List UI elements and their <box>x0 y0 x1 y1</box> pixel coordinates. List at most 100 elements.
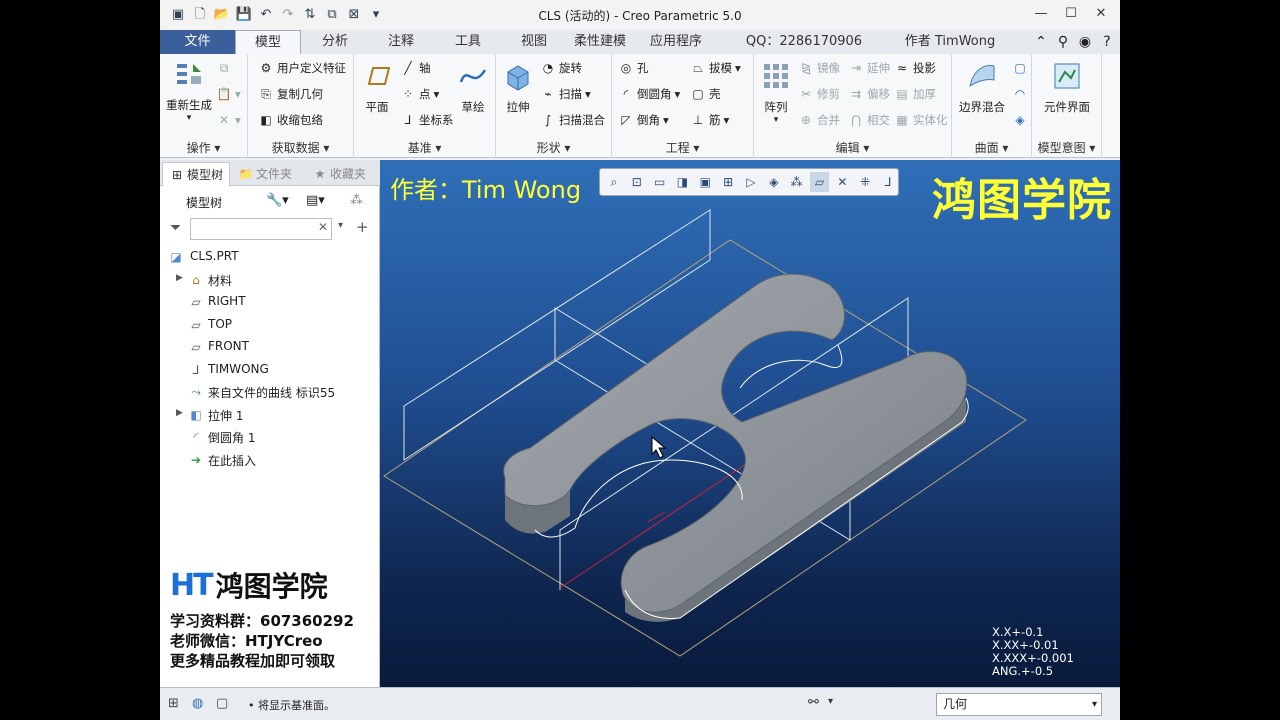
plane-button[interactable]: 平面 <box>358 60 396 115</box>
find-dropdown-icon[interactable]: ▾ <box>828 696 833 707</box>
tree-filter-icon[interactable]: ⁂ <box>350 193 363 208</box>
browser-icon[interactable]: ◍ <box>192 696 203 711</box>
axis-button[interactable]: ╱ 轴 <box>400 60 430 76</box>
axis-display-icon[interactable]: ✕ <box>832 172 852 192</box>
tree-item-csys[interactable]: ⅃ TIMWONG <box>160 360 378 380</box>
csys-display-icon[interactable]: ⅃ <box>878 172 898 192</box>
tree-item-insert-here[interactable]: ➔ 在此插入 <box>160 450 378 470</box>
part-top-face[interactable] <box>503 273 968 613</box>
group-surfaces-label[interactable]: 曲面 ▾ <box>952 139 1031 156</box>
tree-item-top[interactable]: ▱ TOP <box>160 315 378 335</box>
group-operations-label[interactable]: 操作 ▾ <box>160 139 247 156</box>
group-editing-label[interactable]: 编辑 ▾ <box>754 139 951 156</box>
find-icon[interactable]: ⚯ <box>808 695 819 710</box>
refit-icon[interactable]: ⌕ <box>604 172 624 192</box>
sweep-button[interactable]: ⌁ 扫描 ▾ <box>540 86 590 102</box>
datum-plane-front[interactable] <box>403 209 711 461</box>
shrinkwrap-button[interactable]: ◧ 收缩包络 <box>258 112 323 128</box>
fullscreen-icon[interactable]: ▢ <box>216 696 228 711</box>
csys-button[interactable]: ⅃ 坐标系 <box>400 112 454 128</box>
group-shapes-label[interactable]: 形状 ▾ <box>496 139 611 156</box>
draft-button[interactable]: ⏢ 拔模 ▾ <box>690 60 741 76</box>
group-engineering-label[interactable]: 工程 ▾ <box>612 139 753 156</box>
zoom-out-icon[interactable]: ▭ <box>650 172 670 192</box>
tree-item-front[interactable]: ▱ FRONT <box>160 337 378 357</box>
tree-item-extrude[interactable]: ▶ ◧ 拉伸 1 <box>160 405 378 425</box>
style-button[interactable]: ◠ <box>1012 86 1028 102</box>
tab-tools[interactable]: 工具 <box>443 30 493 54</box>
toggle-navigator-icon[interactable]: ⊞ <box>168 696 179 711</box>
group-datum-label[interactable]: 基准 ▾ <box>354 139 495 156</box>
display-style-icon[interactable]: ▣ <box>695 172 715 192</box>
hole-button[interactable]: ◎ 孔 <box>618 60 649 76</box>
tab-qq[interactable]: QQ：2286170906 <box>738 30 870 54</box>
chamfer-button[interactable]: ◸ 倒角 ▾ <box>618 112 668 128</box>
collapse-ribbon-icon[interactable]: ⌃ <box>1032 33 1050 51</box>
tree-item-material[interactable]: ▶ ⌂ 材料 <box>160 270 378 290</box>
zoom-in-icon[interactable]: ⊡ <box>627 172 647 192</box>
trim-button[interactable]: ✂ 修剪 <box>798 86 840 102</box>
search-icon[interactable]: ⚲ <box>1054 33 1072 51</box>
extrude-button[interactable]: 拉伸 <box>500 60 536 115</box>
minimize-button[interactable]: — <box>1026 4 1056 24</box>
search-options-icon[interactable]: ▾ <box>338 220 343 231</box>
tab-model[interactable]: 模型 <box>235 30 301 54</box>
point-button[interactable]: ⁘ 点 ▾ <box>400 86 439 102</box>
tree-item-part[interactable]: ◪ CLS.PRT <box>160 247 378 267</box>
datum-display-icon[interactable]: ⁂ <box>787 172 807 192</box>
clear-icon[interactable]: ✕ <box>318 220 328 234</box>
revolve-button[interactable]: ◔ 旋转 <box>540 60 582 76</box>
perspective-icon[interactable]: ◈ <box>764 172 784 192</box>
point-display-icon[interactable]: ⁜ <box>855 172 875 192</box>
rib-button[interactable]: ⊥ 筋 ▾ <box>690 112 730 128</box>
group-get-data-label[interactable]: 获取数据 ▾ <box>248 139 353 156</box>
tree-item-right[interactable]: ▱ RIGHT <box>160 292 378 312</box>
component-interface-button[interactable]: 元件界面 <box>1034 60 1100 115</box>
search-input[interactable] <box>190 218 332 240</box>
tab-view[interactable]: 视图 <box>509 30 559 54</box>
udf-button[interactable]: ⚙ 用户定义特征 <box>258 60 346 76</box>
regenerate-button[interactable]: 重新生成 ▾ <box>164 58 214 123</box>
show-icon[interactable]: ▤▾ <box>306 193 325 208</box>
tab-favorites[interactable]: ★ 收藏夹 <box>306 162 378 186</box>
group-model-intent-label[interactable]: 模型意图 ▾ <box>1032 139 1101 156</box>
sketch-button[interactable]: 草绘 <box>454 60 492 115</box>
delete-button[interactable]: ✕ ▾ <box>216 112 241 128</box>
copy-geometry-button[interactable]: ⎘ 复制几何 <box>258 86 323 102</box>
tab-author[interactable]: 作者 TimWong <box>896 30 1004 54</box>
offset-button[interactable]: ⇉ 偏移 <box>848 86 890 102</box>
fill-button[interactable]: ▢ <box>1012 60 1028 76</box>
saved-views-icon[interactable]: ⊞ <box>718 172 738 192</box>
plane-display-icon[interactable]: ▱ <box>809 172 830 192</box>
selection-filter-dropdown[interactable]: 几何 ▾ <box>936 693 1102 716</box>
community-icon[interactable]: ◉ <box>1076 33 1094 51</box>
tree-item-curve[interactable]: ⤳ 来自文件的曲线 标识55 <box>160 382 378 402</box>
tab-applications[interactable]: 应用程序 <box>644 30 708 54</box>
intersect-button[interactable]: ⋂ 相交 <box>848 112 890 128</box>
tab-model-tree[interactable]: ⊞ 模型树 <box>162 162 230 186</box>
swept-blend-button[interactable]: ∫ 扫描混合 <box>540 112 605 128</box>
extend-button[interactable]: ⇥ 延伸 <box>848 60 890 76</box>
settings-icon[interactable]: 🔧▾ <box>266 193 289 208</box>
expand-arrow-icon[interactable]: ▶ <box>176 408 183 418</box>
help-icon[interactable]: ? <box>1098 33 1116 51</box>
tree-item-round[interactable]: ◜ 倒圆角 1 <box>160 427 378 447</box>
tab-file[interactable]: 文件 <box>160 30 235 54</box>
paste-button[interactable]: 📋 ▾ <box>216 86 241 102</box>
repaint-icon[interactable]: ◨ <box>673 172 693 192</box>
maximize-button[interactable]: ☐ <box>1056 4 1086 24</box>
expand-arrow-icon[interactable]: ▶ <box>176 273 183 283</box>
mirror-button[interactable]: ⧎ 镜像 <box>798 60 840 76</box>
merge-button[interactable]: ⊕ 合并 <box>798 112 840 128</box>
tab-flexible-modeling[interactable]: 柔性建模 <box>568 30 632 54</box>
view-manager-icon[interactable]: ▷ <box>741 172 761 192</box>
solidify-button[interactable]: ▦ 实体化 <box>894 112 947 128</box>
graphics-viewport[interactable]: 作者：Tim Wong 鸿图学院 ⌕ ⊡ ▭ ◨ ▣ ⊞ ▷ ◈ ⁂ ▱ ✕ ⁜… <box>380 160 1120 687</box>
shell-button[interactable]: ▢ 壳 <box>690 86 720 102</box>
project-button[interactable]: ≈ 投影 <box>894 60 936 76</box>
add-icon[interactable]: + <box>356 218 369 236</box>
tab-folder-browser[interactable]: 📁 文件夹 <box>232 162 304 186</box>
close-button[interactable]: ✕ <box>1086 4 1116 24</box>
freestyle-button[interactable]: ◈ <box>1012 112 1028 128</box>
round-button[interactable]: ◜ 倒圆角 ▾ <box>618 86 681 102</box>
